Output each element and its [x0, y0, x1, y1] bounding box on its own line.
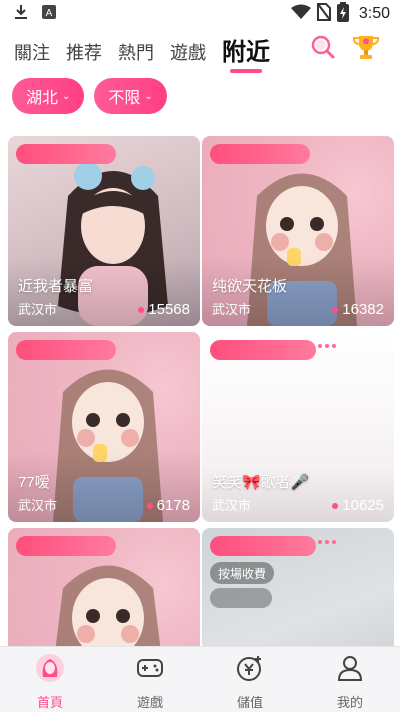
nav-profile[interactable]: 我的	[300, 647, 400, 712]
room-title: 近我者暴富	[18, 278, 94, 295]
room-title: 纯欲天花板	[212, 278, 288, 295]
wifi-icon	[290, 4, 311, 25]
status-time: 3:50	[358, 5, 390, 22]
nav-recharge-label: 儲值	[236, 695, 263, 710]
chevron-down-icon: ⌄	[62, 90, 71, 102]
download-icon	[14, 4, 28, 25]
battery-charging-icon	[336, 1, 349, 27]
room-grid: 近我者暴富 武汉市 15568 纯欲天花板 武汉市 16382 77嗳 武汉市 …	[0, 134, 400, 646]
room-popularity: 6178	[146, 497, 190, 514]
nav-profile-label: 我的	[336, 695, 363, 710]
empty-badge	[210, 588, 272, 608]
pay-per-session-badge: 按場收費	[210, 562, 275, 584]
room-city: 武汉市	[18, 302, 58, 317]
province-filter[interactable]: 湖北 ⌄	[12, 78, 85, 114]
gamepad-icon	[135, 653, 165, 688]
heat-dot-icon	[332, 502, 339, 509]
room-popularity: 10625	[332, 497, 384, 514]
popularity-count: 10625	[342, 497, 384, 514]
room-tag-bar	[210, 536, 316, 556]
nav-recharge[interactable]: 儲值	[200, 647, 300, 712]
status-bar: A 3:50	[0, 0, 400, 28]
home-avatar-icon	[35, 653, 65, 688]
tab-follow[interactable]: 關注	[14, 38, 50, 68]
trophy-icon[interactable]	[352, 34, 380, 65]
range-filter[interactable]: 不限 ⌄	[94, 78, 167, 114]
nav-home-label: 首頁	[36, 695, 63, 710]
room-popularity: 16382	[332, 301, 384, 318]
room-card[interactable]: 笑笑🎀歌者🎤 武汉市 10625	[202, 332, 394, 522]
popularity-count: 16382	[342, 301, 384, 318]
room-tag-bar	[210, 144, 310, 164]
room-tag-bar	[16, 536, 116, 556]
room-tag-bar	[210, 340, 316, 360]
room-card[interactable]: 近我者暴富 武汉市 15568	[8, 136, 200, 326]
nav-games-label: 遊戲	[136, 695, 163, 710]
room-title: 77嗳	[18, 474, 50, 491]
room-city: 武汉市	[212, 498, 252, 513]
nav-games[interactable]: 遊戲	[100, 647, 200, 712]
search-icon[interactable]	[310, 34, 336, 65]
tab-nearby[interactable]: 附近	[222, 38, 270, 73]
tab-hot[interactable]: 熱門	[118, 38, 154, 68]
room-city: 武汉市	[212, 302, 252, 317]
chevron-down-icon: ⌄	[144, 90, 153, 102]
room-tag-bar	[16, 340, 116, 360]
tab-games[interactable]: 遊戲	[170, 38, 206, 68]
heat-dot-icon	[146, 502, 153, 509]
room-popularity: 15568	[138, 301, 190, 318]
room-tag-bar	[16, 144, 116, 164]
profile-icon	[335, 653, 365, 688]
no-sim-icon	[316, 2, 331, 26]
room-cover-image	[202, 332, 394, 522]
a-notification-icon: A	[42, 4, 56, 24]
popularity-count: 15568	[148, 301, 190, 318]
room-title: 笑笑🎀歌者🎤	[212, 474, 310, 491]
popularity-count: 6178	[156, 497, 190, 514]
heat-dot-icon	[138, 306, 145, 313]
bottom-nav: 首頁 遊戲 儲值 我的	[0, 646, 400, 712]
room-card[interactable]: 77嗳 武汉市 6178	[8, 332, 200, 522]
header-actions	[310, 34, 380, 65]
tag-sparkle-icon	[318, 540, 336, 544]
svg-text:A: A	[46, 8, 53, 19]
room-card[interactable]: 纯欲天花板 武汉市 16382	[202, 136, 394, 326]
nav-home[interactable]: 首頁	[0, 647, 100, 712]
range-filter-label: 不限	[108, 90, 141, 107]
tab-recommend[interactable]: 推荐	[66, 38, 102, 68]
heat-dot-icon	[332, 306, 339, 313]
filter-bar: 湖北 ⌄ 不限 ⌄	[12, 78, 167, 114]
province-filter-label: 湖北	[26, 90, 59, 107]
room-card[interactable]: 按場收費	[202, 528, 394, 646]
yuan-recharge-icon	[235, 653, 265, 688]
tag-sparkle-icon	[318, 344, 336, 348]
room-city: 武汉市	[18, 498, 58, 513]
cartoon-illustration	[55, 565, 161, 646]
room-card[interactable]	[8, 528, 200, 646]
